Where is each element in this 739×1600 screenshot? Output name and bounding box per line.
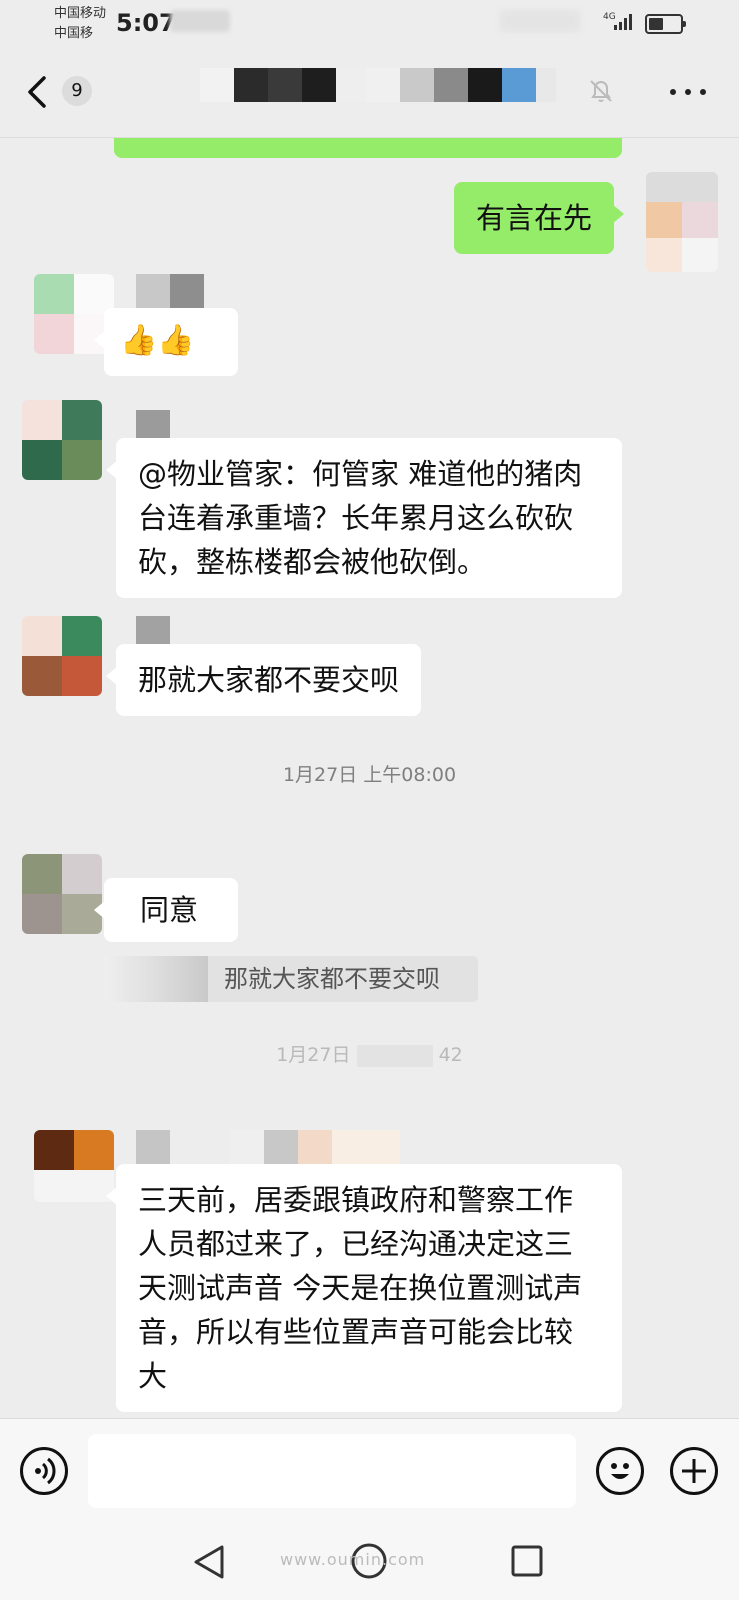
quote-author-blurred (104, 956, 208, 1002)
message-text: @物业管家：何管家 难道他的猪肉台连着承重墙？长年累月这么砍砍砍，整栋楼都会被他… (138, 457, 583, 579)
timestamp-tail: 42 (438, 1044, 463, 1066)
signal-icon (614, 14, 632, 30)
quoted-text: 那就大家都不要交呗 (224, 965, 440, 993)
member-avatar[interactable] (22, 400, 102, 480)
message-bubble-emoji[interactable]: 👍👍 (94, 308, 238, 376)
member-avatar[interactable] (34, 1130, 114, 1202)
quoted-message[interactable]: 那就大家都不要交呗 (104, 956, 478, 1002)
unread-count-badge: 9 (62, 76, 92, 106)
message-text: 那就大家都不要交呗 (138, 663, 400, 697)
message-bubble[interactable]: @物业管家：何管家 难道他的猪肉台连着承重墙？长年累月这么砍砍砍，整栋楼都会被他… (106, 438, 622, 598)
my-avatar[interactable] (646, 172, 718, 272)
message-list[interactable]: …… 有言在先 👍👍 (0, 138, 739, 1418)
timestamp-2: 1月27日 42 (0, 1040, 739, 1067)
chat-title-bar: 9 (0, 46, 739, 138)
status-bar: 中国移动 中国移 5:07 4G (0, 0, 739, 46)
carrier-label: 中国移动 (54, 6, 107, 21)
member-avatar[interactable] (22, 854, 102, 934)
carrier-label-2: 中国移 (54, 26, 94, 41)
message-text: …… (136, 138, 600, 146)
sender-name-blurred (136, 274, 204, 308)
system-navigation-bar: www.oumin.com (0, 1522, 739, 1600)
timestamp-blurred (356, 1044, 433, 1067)
member-avatar[interactable] (22, 616, 102, 696)
more-options-icon[interactable] (668, 86, 708, 98)
message-bubble[interactable]: 同意 (94, 878, 238, 942)
message-bubble-partial[interactable]: …… (114, 138, 622, 158)
group-name-blurred (200, 68, 556, 102)
message-text: 三天前，居委跟镇政府和警察工作人员都过来了，已经沟通决定这三天测试声音 今天是在… (138, 1183, 583, 1393)
voice-input-icon[interactable] (20, 1447, 68, 1495)
notification-icons-blurred (170, 10, 230, 32)
thumbs-up-emoji: 👍👍 (120, 323, 195, 358)
message-bubble-me[interactable]: 有言在先 (454, 182, 625, 254)
mute-bell-icon (590, 80, 612, 102)
timestamp-date: 1月27日 (276, 1044, 351, 1066)
timestamp: 1月27日 上午08:00 (282, 764, 457, 786)
emoji-button-icon[interactable] (596, 1447, 644, 1495)
nav-back-triangle-icon[interactable] (192, 1544, 226, 1580)
message-bubble[interactable]: 三天前，居委跟镇政府和警察工作人员都过来了，已经沟通决定这三天测试声音 今天是在… (106, 1164, 622, 1412)
message-text: 有言在先 (476, 201, 593, 235)
message-input[interactable] (88, 1434, 576, 1508)
add-more-plus-icon[interactable] (670, 1447, 718, 1495)
clock: 5:07 (116, 9, 176, 37)
status-icons-blurred (500, 10, 580, 32)
message-text: 同意 (140, 893, 199, 927)
battery-icon (645, 14, 686, 34)
wechat-chat-screen: 中国移动 中国移 5:07 4G 9 …… (0, 0, 739, 1600)
site-watermark: www.oumin.com (280, 1550, 426, 1569)
message-bubble[interactable]: 那就大家都不要交呗 (105, 644, 422, 716)
sender-name-blurred (136, 1130, 400, 1164)
message-input-bar (0, 1418, 739, 1522)
back-chevron-icon[interactable] (24, 74, 54, 110)
nav-recents-square-icon[interactable] (510, 1544, 544, 1578)
